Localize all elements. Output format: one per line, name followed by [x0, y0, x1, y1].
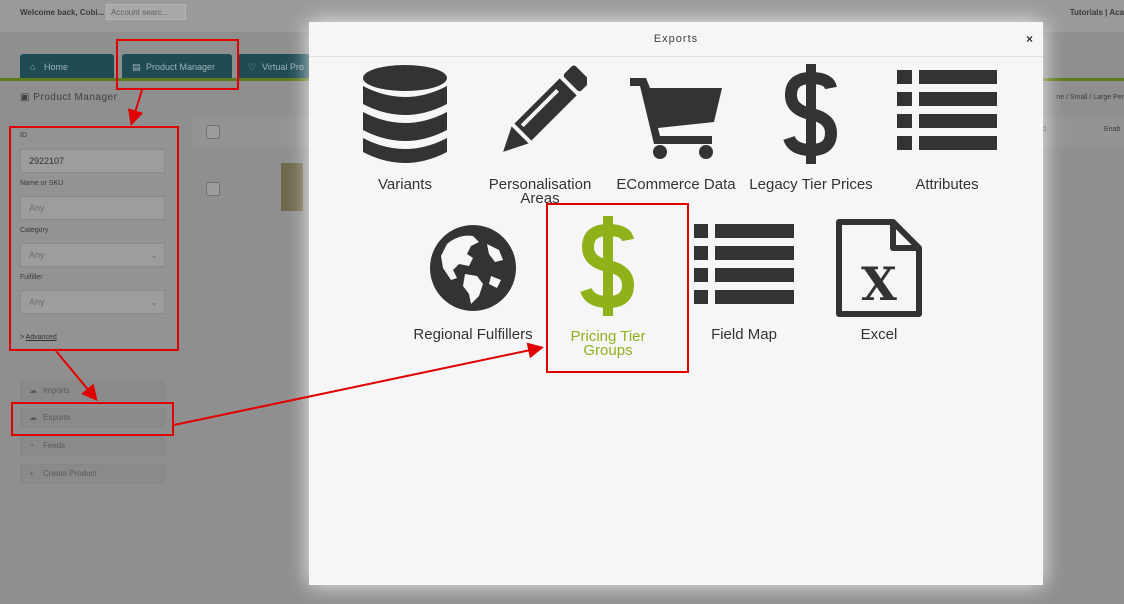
tab-home[interactable]: ⌂ Home	[20, 54, 114, 78]
rss-icon: ◔	[29, 441, 34, 450]
export-label: Regional Fulfillers	[413, 326, 533, 343]
modal-header: Exports ×	[309, 22, 1043, 57]
create-product-button[interactable]: + Create Product	[20, 464, 165, 484]
document-icon: ▣	[20, 92, 34, 103]
fulfiller-label: Fulfiller	[20, 274, 43, 281]
export-regional-fulfillers[interactable]: Regional Fulfillers	[407, 220, 539, 346]
column-header-enabled: Enab	[1104, 126, 1121, 133]
excel-file-icon: X	[836, 219, 922, 317]
imports-button[interactable]: ☁ Imports	[20, 381, 165, 401]
export-attributes[interactable]: Attributes	[897, 64, 997, 196]
export-excel[interactable]: X Excel	[829, 218, 929, 346]
export-label: ECommerce Data	[616, 176, 736, 193]
export-label: Pricing Tier Groups	[570, 328, 646, 359]
category-label: Category	[20, 227, 49, 234]
list-icon	[694, 224, 794, 304]
name-sku-label: Name or SKU	[20, 180, 64, 187]
id-label: ID	[20, 132, 27, 139]
tab-product-manager[interactable]: ▤ Product Manager	[122, 54, 232, 78]
size-links[interactable]: ne / Small / Large Per	[1056, 94, 1124, 101]
export-label: Variants	[378, 176, 432, 193]
cloud-upload-icon: ☁	[29, 386, 37, 395]
export-label: Legacy Tier Prices	[749, 176, 873, 193]
export-ecommerce-data[interactable]: ECommerce Data	[616, 64, 736, 196]
product-thumbnail	[281, 163, 303, 211]
page-title: ▣ Product Manager	[20, 92, 118, 103]
id-input[interactable]: 2922107	[20, 149, 165, 173]
advanced-link[interactable]: Advanced	[26, 334, 57, 341]
export-personalisation-areas[interactable]: Personalisation Areas	[485, 64, 595, 206]
list-icon	[897, 70, 997, 150]
arrow-to-filters	[127, 89, 144, 126]
name-sku-input[interactable]: Any	[20, 196, 165, 220]
tutorials-link[interactable]: Tutorials | Aca	[1070, 8, 1124, 17]
export-label: Field Map	[711, 326, 777, 343]
close-button[interactable]: ×	[1026, 32, 1033, 46]
advanced-toggle[interactable]: > Advanced	[20, 334, 57, 341]
export-label: Excel	[860, 326, 898, 343]
tab-virtual-products[interactable]: ♡ Virtual Pro	[238, 54, 310, 78]
dollar-icon	[580, 216, 635, 316]
document-icon: ▤	[132, 62, 141, 72]
fulfiller-select[interactable]: Any ⌄	[20, 290, 165, 314]
globe-icon	[430, 225, 516, 311]
account-search-input[interactable]: Account searc...	[106, 4, 186, 20]
exports-modal: Exports × Variants Personalisation Areas	[309, 22, 1043, 585]
heart-icon: ♡	[248, 62, 257, 72]
export-label: Attributes	[915, 176, 979, 193]
feeds-button[interactable]: ◔ Feeds	[20, 436, 165, 456]
row-checkbox[interactable]	[206, 182, 220, 196]
dollar-icon	[783, 64, 838, 164]
cloud-download-icon: ☁	[29, 413, 37, 422]
modal-title: Exports	[653, 33, 699, 45]
database-icon	[363, 65, 447, 163]
export-legacy-tier-prices[interactable]: Legacy Tier Prices	[745, 64, 877, 196]
category-select[interactable]: Any ⌄	[20, 243, 165, 267]
exports-button[interactable]: ☁ Exports	[20, 408, 165, 428]
welcome-text: Welcome back, Cobi...	[20, 8, 105, 17]
export-field-map[interactable]: Field Map	[693, 220, 795, 346]
pencil-icon	[503, 65, 587, 152]
export-label: Personalisation Areas	[488, 176, 592, 207]
export-variants[interactable]: Variants	[355, 64, 455, 196]
chevron-down-icon: ⌄	[150, 297, 158, 307]
select-all-checkbox[interactable]	[206, 125, 220, 139]
export-pricing-tier-groups[interactable]: Pricing Tier Groups	[549, 216, 667, 366]
home-icon: ⌂	[30, 62, 36, 72]
svg-text:X: X	[861, 257, 897, 311]
chevron-down-icon: ⌄	[150, 250, 158, 260]
shopping-cart-icon	[630, 78, 722, 159]
plus-icon: +	[29, 469, 34, 478]
